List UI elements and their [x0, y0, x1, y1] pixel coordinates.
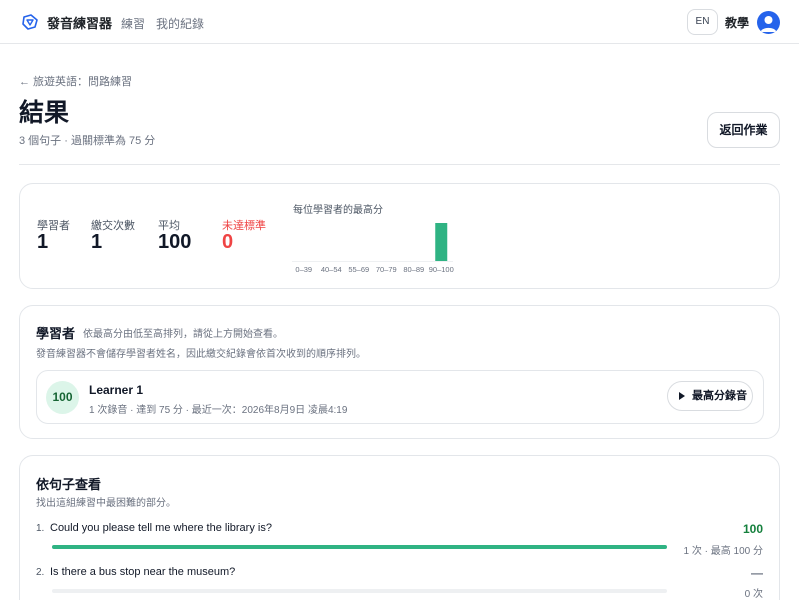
nav-records-link[interactable]: 我的紀錄 — [156, 15, 204, 32]
header-divider — [19, 164, 780, 165]
learner-row[interactable]: 100 Learner 1 1 次錄音 · 達到 75 分 · 最近一次：202… — [36, 370, 764, 424]
language-toggle-button[interactable]: EN — [687, 9, 718, 35]
play-best-recording-label: 最高分錄音 — [692, 390, 747, 402]
learners-card: 學習者 依最高分由低至高排列，請從上方開始查看。 發音練習器不會儲存學習者姓名，… — [19, 305, 780, 439]
stat-submissions-value: 1 — [91, 231, 103, 253]
sentence-progress-fill — [52, 545, 667, 549]
brand-name[interactable]: 發音練習器 — [47, 13, 112, 32]
learners-privacy-note: 發音練習器不會儲存學習者姓名，因此繳交紀錄會依首次收到的順序排列。 — [36, 349, 366, 360]
chart-tick-label: 40–54 — [321, 265, 342, 274]
nav-practice-link[interactable]: 練習 — [121, 15, 145, 32]
user-icon — [760, 16, 777, 32]
sentence-progress-bar — [52, 589, 667, 593]
sentence-text[interactable]: Could you please tell me where the libra… — [50, 522, 272, 534]
page-subtitle: 3 個句子 · 過關標準為 75 分 — [19, 135, 156, 147]
learner-name: Learner 1 — [89, 383, 144, 397]
teach-link[interactable]: 教學 — [725, 14, 749, 31]
learner-score-badge: 100 — [46, 381, 79, 414]
chart-tick-label: 90–100 — [429, 265, 454, 274]
chart-bar — [435, 223, 448, 261]
play-best-recording-button[interactable]: 最高分錄音 — [667, 381, 753, 411]
sentences-card: 依句子查看 找出這組練習中最困難的部分。 1. Could you please… — [19, 455, 780, 600]
chart-tick-label: 80–89 — [403, 265, 424, 274]
chart-tick-label: 70–79 — [376, 265, 397, 274]
sentence-text[interactable]: Is there a bus stop near the museum? — [50, 566, 235, 578]
stat-below-value: 0 — [222, 231, 234, 253]
breadcrumb-back-link[interactable]: ← 旅遊英語：問路練習 — [19, 73, 132, 89]
sentence-score: 100 — [742, 522, 763, 536]
top-nav: 發音練習器 練習 我的紀錄 EN 教學 — [0, 0, 799, 44]
score-distribution-chart: 0–39 40–54 55–69 70–79 80–89 90–100 — [292, 223, 454, 274]
play-icon — [679, 392, 685, 400]
user-avatar[interactable] — [757, 11, 780, 34]
sentences-section-hint: 找出這組練習中最困難的部分。 — [36, 498, 176, 509]
sentence-number: 1. — [36, 523, 45, 534]
stats-card: 學習者 1 繳交次數 1 平均 100 未達標準 0 每位學習者的最高分 0–3… — [19, 183, 780, 289]
learners-section-title: 學習者 — [36, 326, 76, 341]
sentence-meta: 1 次 · 最高 100 分 — [683, 546, 763, 557]
chart-tick-label: 0–39 — [295, 265, 312, 274]
logo-icon[interactable] — [20, 12, 40, 32]
learners-section-hint: 依最高分由低至高排列，請從上方開始查看。 — [83, 329, 283, 340]
sentence-meta: 0 次 — [744, 589, 763, 600]
learner-meta: 1 次錄音 · 達到 75 分 · 最近一次：2026年8月9日 凌晨4:19 — [89, 405, 348, 416]
sentences-section-title: 依句子查看 — [36, 477, 102, 492]
stat-learners-value: 1 — [37, 231, 49, 253]
sentence-number: 2. — [36, 567, 45, 578]
chart-tick-label: 55–69 — [348, 265, 369, 274]
page-title: 結果 — [19, 99, 70, 127]
sentence-progress-bar — [52, 545, 667, 549]
sentence-score: — — [751, 566, 763, 580]
back-to-assignment-button[interactable]: 返回作業 — [707, 112, 780, 148]
stat-average-value: 100 — [158, 231, 192, 253]
